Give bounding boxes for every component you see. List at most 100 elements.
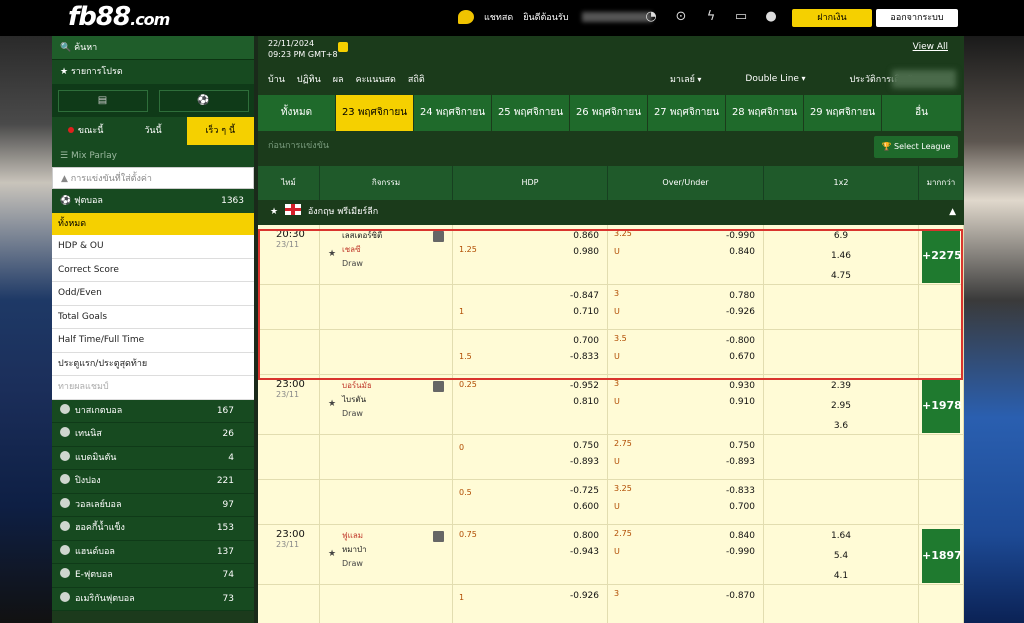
tab-today[interactable]: วันนี้ bbox=[119, 117, 187, 145]
sidebar-item-badminton[interactable]: แบดมินตัน 4 bbox=[52, 446, 254, 470]
sidebar-item-tennis[interactable]: เทนนิส 26 bbox=[52, 423, 254, 447]
league-header[interactable]: ★ อังกฤษ พรีเมียร์ลีก ▲ bbox=[258, 200, 964, 225]
logout-button[interactable]: ออกจากระบบ bbox=[876, 9, 958, 27]
favorite-star-icon[interactable]: ★ bbox=[270, 207, 278, 217]
market-first-last-goal[interactable]: ประตูแรก/ประตูสุดท้าย bbox=[52, 352, 254, 376]
odds-type-select[interactable]: มาเลย์ bbox=[670, 72, 701, 86]
clock-icon[interactable]: ◔ bbox=[642, 9, 660, 25]
nav-results[interactable]: ผล bbox=[333, 72, 344, 86]
user-icon[interactable]: ● bbox=[762, 9, 780, 25]
hdp-away-odd[interactable]: 0.810 bbox=[573, 397, 599, 407]
ou-cell[interactable]: 3 -0.870 bbox=[608, 585, 764, 623]
hdp-away-odd[interactable]: -0.833 bbox=[570, 352, 599, 362]
hdp-cell[interactable]: 0 0.750 -0.893 bbox=[453, 435, 608, 479]
under-odd[interactable]: 0.670 bbox=[729, 352, 755, 362]
mix-parlay-item[interactable]: ☰ Mix Parlay bbox=[52, 145, 254, 167]
x12-cell[interactable] bbox=[764, 435, 919, 479]
lightning-icon[interactable]: ϟ bbox=[702, 9, 720, 25]
x12-cell[interactable]: 2.39 2.95 3.6 bbox=[764, 375, 919, 434]
away-team[interactable]: ไบรตัน bbox=[320, 393, 452, 407]
over-odd[interactable]: 0.750 bbox=[729, 441, 755, 451]
ou-cell[interactable]: 3.5 U -0.800 0.670 bbox=[608, 330, 764, 374]
hdp-away-odd[interactable]: 0.710 bbox=[573, 307, 599, 317]
sidebar-item-american-football[interactable]: อเมริกันฟุตบอล 73 bbox=[52, 587, 254, 611]
nav-live-score[interactable]: คะแนนสด bbox=[356, 72, 396, 86]
favorite-star-icon[interactable]: ★ bbox=[328, 549, 336, 559]
sidebar-item-e-football[interactable]: E-ฟุตบอล 74 bbox=[52, 564, 254, 588]
tab-date-25[interactable]: 25 พฤศจิกายน bbox=[492, 95, 570, 131]
x12-odd[interactable]: 6.9 bbox=[764, 225, 918, 245]
x12-cell[interactable] bbox=[764, 480, 919, 524]
over-odd[interactable]: -0.800 bbox=[726, 336, 755, 346]
tab-date-23[interactable]: 23 พฤศจิกายน bbox=[336, 95, 414, 131]
hdp-home-odd[interactable]: -0.952 bbox=[570, 381, 599, 391]
nav-stats[interactable]: สถิติ bbox=[408, 72, 425, 86]
more-markets-button[interactable]: +1897 bbox=[922, 529, 962, 583]
sidebar-search[interactable]: 🔍 ค้นหา bbox=[52, 36, 254, 60]
away-team[interactable]: หมาป่า bbox=[320, 543, 452, 557]
announcement-icon[interactable] bbox=[338, 42, 348, 52]
hdp-home-odd[interactable]: 0.800 bbox=[573, 531, 599, 541]
line-type-select[interactable]: Double Line bbox=[745, 74, 805, 84]
stats-icon[interactable] bbox=[433, 531, 444, 542]
ou-cell[interactable]: 3.25 U -0.833 0.700 bbox=[608, 480, 764, 524]
hdp-cell[interactable]: 1.25 0.860 0.980 bbox=[453, 225, 608, 284]
football-view-icon[interactable]: ⚽ bbox=[158, 89, 249, 112]
x12-cell[interactable] bbox=[764, 285, 919, 329]
x12-cell[interactable]: 6.9 1.46 4.75 bbox=[764, 225, 919, 284]
sidebar-favorites[interactable]: ★ รายการโปรด bbox=[52, 60, 254, 84]
tab-date-29[interactable]: 29 พฤศจิกายน bbox=[804, 95, 882, 131]
more-markets-button[interactable]: +1978 bbox=[922, 379, 962, 433]
stats-icon[interactable] bbox=[433, 381, 444, 392]
x12-cell[interactable] bbox=[764, 330, 919, 374]
tab-live[interactable]: ขณะนี้ bbox=[52, 117, 120, 145]
hdp-home-odd[interactable]: -0.725 bbox=[570, 486, 599, 496]
over-odd[interactable]: -0.990 bbox=[726, 231, 755, 241]
over-odd[interactable]: -0.833 bbox=[726, 486, 755, 496]
sidebar-item-volleyball[interactable]: วอลเลย์บอล 97 bbox=[52, 493, 254, 517]
x12-cell[interactable] bbox=[764, 585, 919, 623]
list-view-icon[interactable]: ▤ bbox=[57, 89, 148, 112]
hdp-cell[interactable]: 0.75 0.800 -0.943 bbox=[453, 525, 608, 584]
x12-odd[interactable]: 4.1 bbox=[764, 565, 918, 585]
hdp-cell[interactable]: 1 -0.847 0.710 bbox=[453, 285, 608, 329]
market-hdp-ou[interactable]: HDP & OU bbox=[52, 235, 254, 259]
hdp-cell[interactable]: 1 -0.926 bbox=[453, 585, 608, 623]
hdp-cell[interactable]: 1.5 0.700 -0.833 bbox=[453, 330, 608, 374]
ticket-icon[interactable]: ▭ bbox=[732, 9, 750, 25]
x12-odd[interactable]: 2.39 bbox=[764, 375, 918, 395]
hdp-cell[interactable]: 0.5 -0.725 0.600 bbox=[453, 480, 608, 524]
x12-odd[interactable]: 4.75 bbox=[764, 265, 918, 285]
away-team[interactable]: เชลซี bbox=[320, 243, 452, 257]
tab-date-26[interactable]: 26 พฤศจิกายน bbox=[570, 95, 648, 131]
hdp-home-odd[interactable]: 0.860 bbox=[573, 231, 599, 241]
market-odd-even[interactable]: Odd/Even bbox=[52, 282, 254, 306]
market-htft[interactable]: Half Time/Full Time bbox=[52, 329, 254, 353]
coin-icon[interactable]: ⊙ bbox=[672, 9, 690, 25]
ou-cell[interactable]: 3 U 0.780 -0.926 bbox=[608, 285, 764, 329]
over-odd[interactable]: -0.870 bbox=[726, 591, 755, 601]
ou-cell[interactable]: 3 U 0.930 0.910 bbox=[608, 375, 764, 434]
market-outright[interactable]: ทายผลแชมป์ bbox=[52, 376, 254, 400]
under-odd[interactable]: -0.926 bbox=[726, 307, 755, 317]
more-markets-button[interactable]: +2275 bbox=[922, 229, 962, 283]
nav-calendar[interactable]: ปฏิทิน bbox=[297, 72, 321, 86]
sidebar-item-basketball[interactable]: บาสเกตบอล 167 bbox=[52, 399, 254, 423]
tab-all-dates[interactable]: ทั้งหมด bbox=[258, 95, 336, 131]
ou-cell[interactable]: 2.75 U 0.750 -0.893 bbox=[608, 435, 764, 479]
market-all[interactable]: ทั้งหมด bbox=[52, 213, 254, 235]
hdp-away-odd[interactable]: -0.893 bbox=[570, 457, 599, 467]
x12-odd[interactable]: 1.64 bbox=[764, 525, 918, 545]
favorite-star-icon[interactable]: ★ bbox=[328, 249, 336, 259]
sidebar-item-football[interactable]: ⚽ ฟุตบอล 1363 bbox=[52, 189, 254, 213]
hdp-home-odd[interactable]: -0.926 bbox=[570, 591, 599, 601]
sidebar-item-handball[interactable]: แฮนด์บอล 137 bbox=[52, 540, 254, 564]
under-odd[interactable]: -0.893 bbox=[726, 457, 755, 467]
ou-cell[interactable]: 2.75 U 0.840 -0.990 bbox=[608, 525, 764, 584]
ou-cell[interactable]: 3.25 U -0.990 0.840 bbox=[608, 225, 764, 284]
deposit-button[interactable]: ฝากเงิน bbox=[792, 9, 872, 27]
x12-odd[interactable]: 2.95 bbox=[764, 395, 918, 415]
nav-home[interactable]: บ้าน bbox=[268, 72, 285, 86]
stats-icon[interactable] bbox=[433, 231, 444, 242]
over-odd[interactable]: 0.840 bbox=[729, 531, 755, 541]
